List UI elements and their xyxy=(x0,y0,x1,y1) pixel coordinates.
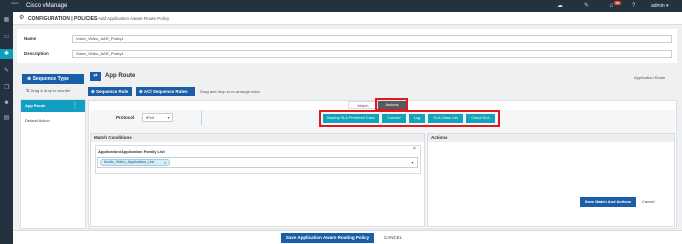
settings-gear-icon: ⚙ xyxy=(19,15,25,21)
user-menu[interactable]: admin ▾ xyxy=(651,3,669,9)
app-title: Cisco vManage xyxy=(26,3,68,9)
analytics-icon[interactable]: ▤ xyxy=(0,113,13,123)
chevron-down-icon: ▾ xyxy=(666,3,669,9)
tools-icon[interactable]: ✎ xyxy=(0,66,13,76)
acl-sequence-rules-button[interactable]: ⊕ ACl Sequence Rules xyxy=(136,87,195,96)
sequence-rule-label: Sequence Rule xyxy=(96,89,129,94)
remove-chip-icon[interactable]: × xyxy=(162,159,168,166)
notification-badge: 45 xyxy=(614,1,621,5)
gear-icon[interactable]: ✱ xyxy=(0,49,13,59)
left-nav-rail xyxy=(0,12,13,244)
close-icon[interactable]: × xyxy=(413,146,416,152)
application-family-list-label: Application/Application Family List xyxy=(98,149,165,154)
copy-icon[interactable]: ❐ xyxy=(0,83,13,93)
actions-panel xyxy=(427,133,675,227)
name-label: Name xyxy=(24,36,37,41)
rearrange-note: Drag and drop to re-arrange rules xyxy=(200,89,260,94)
cloud-icon[interactable]: ☁ xyxy=(557,3,563,9)
sequence-item-default-action[interactable]: Default Action xyxy=(25,118,50,123)
divider xyxy=(201,111,202,125)
wrench-icon[interactable]: ✎ xyxy=(584,3,589,9)
highlight-box-action-buttons xyxy=(319,110,500,127)
description-field[interactable]: Voice_Video_AAR_Policy1 xyxy=(72,50,672,58)
chevron-down-icon: ▾ xyxy=(167,115,170,120)
bell-icon[interactable]: ♫ xyxy=(609,3,614,9)
top-bar xyxy=(0,0,682,12)
user-name: admin xyxy=(651,3,665,9)
name-field[interactable]: Voice_Video_AAR_Policy1 xyxy=(72,35,672,43)
grid-icon[interactable]: ▦ xyxy=(0,15,13,25)
save-policy-button[interactable]: Save Application Aware Routing Policy xyxy=(281,233,374,243)
sequence-type-label: Sequence Type xyxy=(32,76,69,82)
description-label: Description xyxy=(24,51,49,56)
route-icon: ⇄ xyxy=(90,72,101,81)
cisco-logo: cisco xyxy=(11,1,19,5)
reorder-note: ⇅ Drag & drop to reorder xyxy=(26,88,71,93)
protocol-label: Protocol xyxy=(116,115,135,120)
cancel-button[interactable]: Cancel xyxy=(642,199,654,205)
sequence-rule-button[interactable]: ⊕ Sequence Rule xyxy=(88,87,132,96)
users-icon[interactable]: ☻ xyxy=(0,98,13,108)
route-title: App Route xyxy=(105,73,136,79)
monitor-icon[interactable]: ▭ xyxy=(0,32,13,42)
page-subtitle: Add Application Aware Route Policy xyxy=(98,16,170,21)
sequence-type-button[interactable]: ⊕ Sequence Type xyxy=(22,74,84,84)
page-section: CONFIGURATION | POLICIES xyxy=(28,16,98,22)
acl-sequence-rules-label: ACl Sequence Rules xyxy=(143,89,188,94)
save-match-and-actions-button[interactable]: Save Match And Actions xyxy=(580,197,636,207)
chevron-down-icon[interactable]: ▾ xyxy=(409,159,416,166)
reorder-note-text: Drag & drop to reorder xyxy=(30,88,71,93)
kebab-menu-icon[interactable]: ⋮ xyxy=(72,100,78,112)
tab-match[interactable]: Match xyxy=(348,101,378,109)
actions-title: Actions xyxy=(428,134,674,142)
match-conditions-title: Match Conditions xyxy=(91,134,424,142)
cancel-policy-button[interactable]: CANCEL xyxy=(384,235,402,241)
help-icon[interactable]: ? xyxy=(632,3,635,9)
selected-list-chip: Audio_Video_Application_List xyxy=(100,159,170,166)
route-type-label: Application Route xyxy=(634,75,666,80)
